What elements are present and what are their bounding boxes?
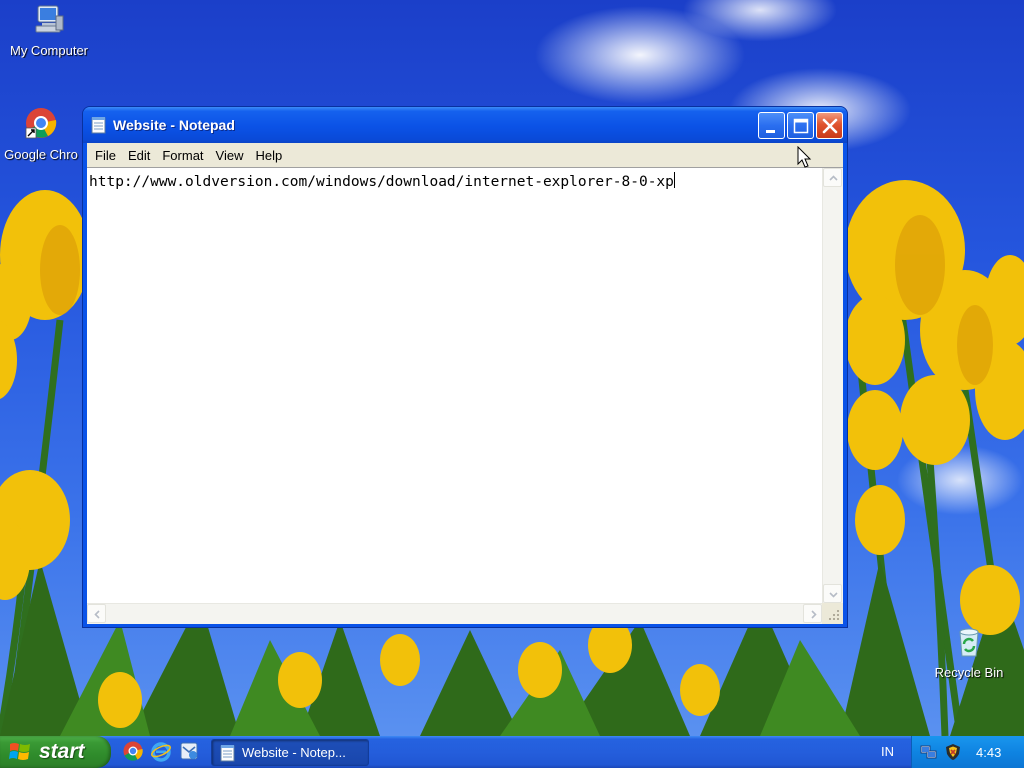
recycle-bin-icon xyxy=(959,628,979,657)
scroll-down-button[interactable] xyxy=(823,584,842,603)
scroll-right-button[interactable] xyxy=(803,604,822,623)
window-title: Website - Notepad xyxy=(113,117,235,133)
close-icon xyxy=(822,118,838,134)
horizontal-scrollbar[interactable] xyxy=(87,603,822,624)
scroll-up-button[interactable] xyxy=(823,168,842,187)
menu-file[interactable]: File xyxy=(89,146,122,165)
menu-edit[interactable]: Edit xyxy=(122,146,156,165)
start-label: start xyxy=(39,740,85,763)
arrow-left-icon xyxy=(94,610,100,619)
notepad-icon xyxy=(91,117,106,134)
chrome-icon xyxy=(25,108,57,139)
clock[interactable]: 4:43 xyxy=(976,745,1001,760)
size-grip[interactable] xyxy=(822,603,843,624)
caption-buttons xyxy=(758,112,843,139)
start-button[interactable]: start xyxy=(0,736,111,768)
text-caret xyxy=(673,172,675,188)
taskbar-button-label: Website - Notep... xyxy=(242,745,346,760)
arrow-up-icon xyxy=(829,175,838,181)
arrow-right-icon xyxy=(811,610,817,619)
desktop-icon-label: My Computer xyxy=(9,43,89,58)
security-alert-icon[interactable] xyxy=(944,743,962,761)
my-computer-icon xyxy=(35,5,64,33)
window-client-area: File Edit Format View Help http://www.ol… xyxy=(87,143,843,624)
text-editor[interactable]: http://www.oldversion.com/windows/downlo… xyxy=(87,167,843,624)
windows-logo-icon xyxy=(9,743,30,760)
mouse-cursor-icon xyxy=(797,146,812,168)
desktop-icon-google-chrome[interactable]: Google Chro xyxy=(0,106,86,162)
resize-grip-icon xyxy=(829,610,839,620)
taskbar: start Website - Notep... IN 4:43 xyxy=(0,736,1024,768)
language-indicator[interactable]: IN xyxy=(881,744,894,759)
minimize-button[interactable] xyxy=(758,112,785,139)
desktop-icon-label: Recycle Bin xyxy=(934,665,1004,680)
close-button[interactable] xyxy=(816,112,843,139)
chrome-icon[interactable] xyxy=(122,740,144,762)
minimize-icon xyxy=(766,130,775,133)
editor-content: http://www.oldversion.com/windows/downlo… xyxy=(89,174,674,190)
desktop-icon-label: Google Chro xyxy=(4,147,78,162)
quick-launch xyxy=(122,740,200,762)
taskbar-button-notepad[interactable]: Website - Notep... xyxy=(211,739,369,766)
scroll-left-button[interactable] xyxy=(87,604,106,623)
title-bar[interactable]: Website - Notepad xyxy=(83,107,847,143)
arrow-down-icon xyxy=(829,592,838,598)
desktop-icon-recycle-bin[interactable]: Recycle Bin xyxy=(924,624,1014,680)
network-icon[interactable] xyxy=(920,743,938,761)
menu-format[interactable]: Format xyxy=(156,146,209,165)
maximize-button[interactable] xyxy=(787,112,814,139)
menu-bar: File Edit Format View Help xyxy=(87,143,843,167)
vertical-scrollbar[interactable] xyxy=(822,168,843,603)
maximize-icon xyxy=(793,118,809,134)
notepad-window: Website - Notepad File Edit Format View … xyxy=(82,106,848,628)
desktop-icon-my-computer[interactable]: My Computer xyxy=(4,2,94,58)
editor-line: http://www.oldversion.com/windows/downlo… xyxy=(89,172,675,190)
notepad-icon xyxy=(220,744,235,761)
system-tray: 4:43 xyxy=(911,736,1024,768)
menu-help[interactable]: Help xyxy=(249,146,288,165)
internet-explorer-icon[interactable] xyxy=(150,740,172,762)
menu-view[interactable]: View xyxy=(210,146,250,165)
outlook-express-icon[interactable] xyxy=(178,740,200,762)
